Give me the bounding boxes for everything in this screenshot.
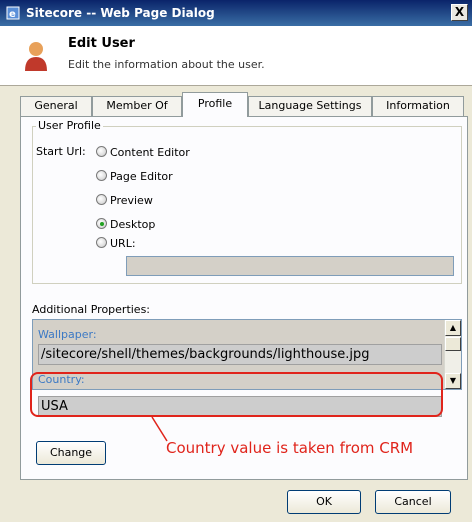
tab-strip: General Member Of Profile Language Setti…: [20, 92, 470, 117]
radio-button[interactable]: [96, 194, 107, 205]
radio-page-editor[interactable]: Page Editor: [96, 170, 173, 186]
radio-desktop[interactable]: Desktop: [96, 218, 155, 234]
tab-language-settings[interactable]: Language Settings: [248, 96, 372, 116]
user-profile-legend: User Profile: [36, 119, 103, 132]
annotation-text: Country value is taken from CRM: [166, 439, 414, 457]
radio-label: URL:: [110, 237, 136, 250]
ok-button[interactable]: OK: [287, 490, 361, 514]
tab-general[interactable]: General: [20, 96, 92, 116]
scroll-up-icon[interactable]: ▲: [445, 320, 461, 336]
radio-label: Desktop: [110, 218, 156, 231]
browser-icon: e: [6, 6, 20, 20]
start-url-label: Start Url:: [36, 145, 86, 158]
country-highlight: [30, 372, 443, 417]
radio-button[interactable]: [96, 170, 107, 181]
title-bar: e Sitecore -- Web Page Dialog X: [0, 0, 472, 26]
radio-label: Preview: [110, 194, 153, 207]
radio-label: Content Editor: [110, 146, 190, 159]
tab-information[interactable]: Information: [372, 96, 464, 116]
radio-button[interactable]: [96, 237, 107, 248]
radio-content-editor[interactable]: Content Editor: [96, 146, 190, 162]
window-title: Sitecore -- Web Page Dialog: [26, 6, 215, 20]
svg-text:e: e: [9, 9, 16, 20]
cancel-button[interactable]: Cancel: [375, 490, 451, 514]
dialog-title: Edit User: [68, 36, 135, 51]
radio-button-checked[interactable]: [96, 218, 107, 229]
dialog-header: Edit User Edit the information about the…: [0, 26, 472, 86]
wallpaper-label: Wallpaper:: [38, 328, 97, 341]
change-button[interactable]: Change: [36, 441, 106, 465]
close-button[interactable]: X: [451, 4, 468, 21]
tab-profile[interactable]: Profile: [182, 92, 248, 117]
radio-button[interactable]: [96, 146, 107, 157]
scroll-thumb[interactable]: [445, 337, 461, 351]
dialog-subtitle: Edit the information about the user.: [68, 58, 265, 71]
url-input[interactable]: [126, 256, 454, 276]
properties-scrollbar[interactable]: ▲ ▼: [444, 320, 461, 389]
radio-preview[interactable]: Preview: [96, 194, 153, 210]
radio-url[interactable]: URL:: [96, 237, 136, 253]
tab-member-of[interactable]: Member Of: [92, 96, 182, 116]
user-icon: [25, 42, 47, 71]
additional-properties-label: Additional Properties:: [32, 303, 151, 316]
scroll-down-icon[interactable]: ▼: [445, 373, 461, 389]
radio-label: Page Editor: [110, 170, 173, 183]
wallpaper-field[interactable]: /sitecore/shell/themes/backgrounds/light…: [38, 344, 442, 365]
